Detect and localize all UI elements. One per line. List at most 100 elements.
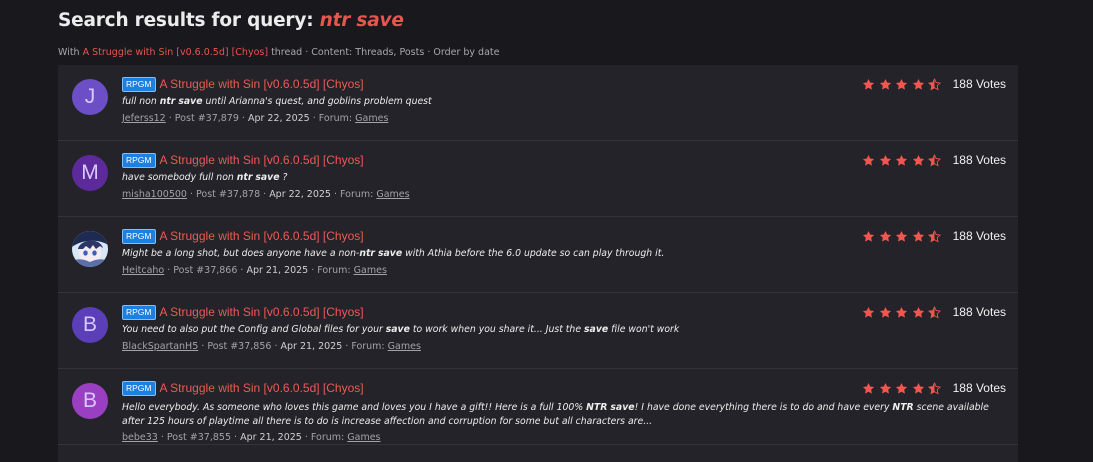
avatar-letter: B bbox=[82, 389, 97, 412]
filter-thread-link[interactable]: A Struggle with Sin [v0.6.0.5d] [Chyos] bbox=[83, 47, 268, 58]
star-full-icon bbox=[863, 78, 875, 90]
post-snippet[interactable]: Might be a long shot, but does anyone ha… bbox=[122, 247, 1002, 261]
prefix-badge[interactable]: RPGM bbox=[122, 152, 156, 168]
forum-link[interactable]: Games bbox=[376, 189, 409, 200]
username-link[interactable]: Jeferss12 bbox=[122, 113, 166, 124]
post-date: Apr 22, 2025 bbox=[269, 189, 331, 200]
post-meta: misha100500 · Post #37,878 · Apr 22, 202… bbox=[122, 189, 410, 200]
highlighted-term: NTR bbox=[892, 402, 914, 413]
meta-separator: · bbox=[198, 341, 208, 352]
meta-separator: · bbox=[342, 341, 352, 352]
username-link[interactable]: Heitcaho bbox=[122, 265, 164, 276]
user-avatar[interactable]: B bbox=[72, 307, 108, 343]
username-link[interactable]: BlackSpartanH5 bbox=[122, 341, 198, 352]
user-avatar[interactable]: M bbox=[72, 155, 108, 191]
avatar-letter: M bbox=[81, 161, 99, 184]
page-title: Search results for query: ntr save bbox=[58, 10, 404, 31]
prefix-badge[interactable]: RPGM bbox=[122, 304, 156, 320]
snippet-text: until Arianna's quest, and goblins probl… bbox=[202, 96, 432, 107]
meta-separator: · bbox=[157, 432, 167, 443]
prefix-badge[interactable]: RPGM bbox=[122, 76, 156, 92]
highlighted-term: ntr bbox=[159, 96, 176, 107]
highlighted-term: save bbox=[255, 172, 280, 183]
star-full-icon bbox=[912, 78, 924, 90]
thread-rating: 188 Votes bbox=[862, 380, 1006, 396]
rating-stars bbox=[862, 381, 945, 395]
meta-separator: · bbox=[301, 432, 311, 443]
prefix-badge[interactable]: RPGM bbox=[122, 228, 156, 244]
search-result-item[interactable]: J RPGM A Struggle with Sin [v0.6.0.5d] [Ch… bbox=[58, 65, 1018, 141]
highlighted-term: save bbox=[385, 324, 410, 335]
star-full-icon bbox=[912, 382, 924, 394]
post-snippet[interactable]: Hello everybody. As someone who loves th… bbox=[122, 401, 1002, 429]
result-header: RPGM A Struggle with Sin [v0.6.0.5d] [Chy… bbox=[122, 304, 364, 320]
search-result-item[interactable]: M RPGM A Struggle with Sin [v0.6.0.5d] [Ch… bbox=[58, 141, 1018, 217]
star-half-icon bbox=[928, 77, 942, 90]
vote-count: 188 Votes bbox=[952, 305, 1006, 319]
star-half-icon bbox=[928, 305, 942, 318]
highlighted-term: save bbox=[610, 402, 635, 413]
forum-link[interactable]: Games bbox=[347, 432, 380, 443]
post-meta: bebe33 · Post #37,855 · Apr 21, 2025 · F… bbox=[122, 432, 381, 443]
thread-title-link[interactable]: A Struggle with Sin [v0.6.0.5d] [Chyos] bbox=[160, 381, 364, 395]
highlighted-term: save bbox=[178, 96, 203, 107]
vote-count: 188 Votes bbox=[952, 229, 1006, 243]
highlighted-term: ntr bbox=[236, 172, 253, 183]
username-link[interactable]: misha100500 bbox=[122, 189, 187, 200]
user-avatar[interactable]: J bbox=[72, 79, 108, 115]
star-full-icon bbox=[896, 154, 908, 166]
star-full-icon bbox=[896, 306, 908, 318]
thread-title-link[interactable]: A Struggle with Sin [v0.6.0.5d] [Chyos] bbox=[160, 229, 364, 243]
star-full-icon bbox=[863, 382, 875, 394]
snippet-text: with Athia before the 6.0 update so can … bbox=[402, 248, 665, 259]
search-result-item[interactable]: B RPGM A Struggle with Sin [v0.6.0.5d] [Ch… bbox=[58, 293, 1018, 369]
meta-separator: · bbox=[330, 189, 341, 200]
meta-separator: · bbox=[309, 113, 319, 124]
result-header: RPGM A Struggle with Sin [v0.6.0.5d] [Chy… bbox=[122, 152, 364, 168]
star-half-icon bbox=[928, 153, 942, 166]
post-meta: BlackSpartanH5 · Post #37,856 · Apr 21, … bbox=[122, 341, 421, 352]
post-date: Apr 21, 2025 bbox=[246, 265, 309, 276]
prefix-badge[interactable]: RPGM bbox=[122, 380, 156, 396]
search-query: ntr save bbox=[319, 10, 404, 31]
forum-label: Forum: bbox=[351, 341, 385, 352]
results-list: J RPGM A Struggle with Sin [v0.6.0.5d] [Ch… bbox=[58, 65, 1018, 462]
rating-stars bbox=[862, 305, 945, 319]
forum-label: Forum: bbox=[318, 113, 353, 124]
post-snippet[interactable]: have somebody full non ntr save ? bbox=[122, 171, 1002, 185]
highlighted-term: save bbox=[584, 324, 609, 335]
search-result-item[interactable]: B RPGM A Struggle with Sin [v0.6.0.5d] [Ch… bbox=[58, 369, 1018, 445]
star-half-icon bbox=[928, 381, 942, 394]
thread-title-link[interactable]: A Struggle with Sin [v0.6.0.5d] [Chyos] bbox=[160, 305, 364, 319]
thread-title-link[interactable]: A Struggle with Sin [v0.6.0.5d] [Chyos] bbox=[160, 77, 364, 91]
post-date: Apr 21, 2025 bbox=[240, 432, 302, 443]
star-full-icon bbox=[879, 230, 891, 242]
result-header: RPGM A Struggle with Sin [v0.6.0.5d] [Chy… bbox=[122, 380, 364, 396]
star-full-icon bbox=[863, 230, 875, 242]
star-full-icon bbox=[879, 306, 891, 318]
result-header: RPGM A Struggle with Sin [v0.6.0.5d] [Chy… bbox=[122, 76, 364, 92]
post-number: Post #37,866 bbox=[173, 265, 238, 276]
snippet-text: Might be a long shot, but does anyone ha… bbox=[122, 248, 360, 259]
user-avatar[interactable]: B bbox=[72, 383, 108, 419]
post-snippet[interactable]: You need to also put the Config and Glob… bbox=[122, 323, 1002, 337]
star-full-icon bbox=[879, 154, 891, 166]
star-full-icon bbox=[879, 382, 891, 394]
post-date: Apr 22, 2025 bbox=[247, 113, 310, 124]
meta-separator: · bbox=[165, 113, 175, 124]
post-snippet[interactable]: full non ntr save until Arianna's quest,… bbox=[122, 95, 1002, 109]
meta-separator: · bbox=[238, 113, 248, 124]
thread-rating: 188 Votes bbox=[862, 228, 1006, 244]
snippet-text: have somebody full non bbox=[122, 172, 237, 183]
forum-label: Forum: bbox=[340, 189, 374, 200]
username-link[interactable]: bebe33 bbox=[122, 432, 158, 443]
search-result-item[interactable]: RPGM A Struggle with Sin [v0.6.0.5d] [Chy… bbox=[58, 217, 1018, 293]
user-avatar[interactable] bbox=[72, 231, 108, 267]
meta-separator: · bbox=[260, 189, 270, 200]
search-filter-line: With A Struggle with Sin [v0.6.0.5d] [Ch… bbox=[58, 47, 499, 58]
forum-link[interactable]: Games bbox=[388, 341, 421, 352]
forum-link[interactable]: Games bbox=[354, 265, 387, 276]
star-full-icon bbox=[912, 306, 924, 318]
forum-link[interactable]: Games bbox=[355, 113, 388, 124]
thread-title-link[interactable]: A Struggle with Sin [v0.6.0.5d] [Chyos] bbox=[160, 153, 364, 167]
